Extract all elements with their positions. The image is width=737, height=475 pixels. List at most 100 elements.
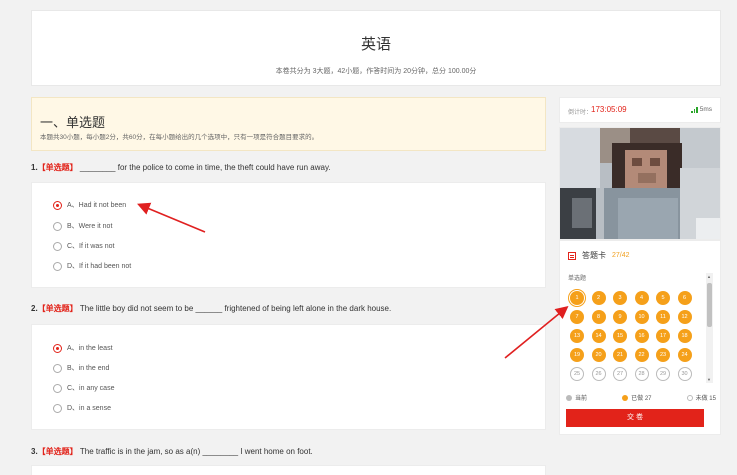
question-bubble-27[interactable]: 27: [613, 367, 627, 381]
question-type-tag: 【单选题】: [37, 304, 78, 313]
option-label: D、in a sense: [67, 405, 111, 412]
legend-answered-label: 已做 27: [631, 396, 652, 402]
scroll-thumb[interactable]: [707, 283, 712, 327]
section-banner: 一、单选题 本题共30小题，每小题2分，共60分，在每小题给出的几个选项中，只有…: [31, 97, 546, 151]
question-text: The little boy did not seem to be ______…: [79, 304, 392, 313]
option-label: A、in the least: [67, 345, 113, 352]
question-2-options: A、in the least B、in the end C、in any cas…: [31, 324, 546, 430]
option-b[interactable]: B、Were it not: [53, 221, 112, 231]
radio-icon[interactable]: [53, 221, 62, 231]
option-label: C、in any case: [67, 385, 115, 392]
option-c[interactable]: C、If it was not: [53, 241, 114, 251]
answer-card-header: 答题卡 27/42: [568, 250, 630, 261]
question-bubble-21[interactable]: 21: [613, 348, 627, 362]
question-bubble-20[interactable]: 20: [591, 348, 606, 362]
question-bubble-6[interactable]: 6: [677, 291, 692, 305]
current-dot-icon: [566, 394, 572, 401]
question-number: 3.: [31, 447, 38, 456]
question-bubble-25[interactable]: 25: [570, 367, 584, 381]
question-bubble-18[interactable]: 18: [677, 329, 692, 343]
question-bubble-28[interactable]: 28: [634, 367, 649, 381]
option-d[interactable]: D、If it had been not: [53, 261, 131, 271]
option-d[interactable]: D、in a sense: [53, 403, 111, 413]
answered-dot-icon: [622, 394, 629, 401]
option-a[interactable]: A、in the least: [53, 343, 113, 353]
answer-card-panel: 答题卡 27/42 单选题 1 2 3 4 5 6 7 8 9 10 11 12 13 14 15 16 17 1…: [559, 240, 721, 435]
question-bubble-4[interactable]: 4: [634, 291, 649, 305]
question-type-tag: 【单选题】: [37, 163, 78, 172]
question-number: 2.: [31, 304, 38, 313]
question-bubble-11[interactable]: 11: [656, 310, 670, 324]
question-bubble-7[interactable]: 7: [570, 310, 584, 324]
question-bubble-23[interactable]: 23: [656, 348, 670, 362]
radio-icon[interactable]: [53, 403, 62, 413]
section-description: 本题共30小题，每小题2分，共60分，在每小题给出的几个选项中，只有一项是符合题…: [40, 134, 319, 141]
question-bubble-30[interactable]: 30: [677, 367, 692, 381]
unanswered-dot-icon: [686, 394, 693, 401]
question-bubble-17[interactable]: 17: [656, 329, 670, 343]
question-bubble-3[interactable]: 3: [613, 291, 627, 305]
question-bubble-8[interactable]: 8: [591, 310, 606, 324]
option-label: D、If it had been not: [67, 263, 132, 270]
latency-text: 5ms: [699, 106, 712, 113]
question-1-options: A、Had it not been B、Were it not C、If it …: [31, 182, 546, 288]
option-label: B、Were it not: [67, 223, 113, 230]
webcam-preview: [559, 127, 721, 240]
question-bubble-10[interactable]: 10: [634, 310, 649, 324]
option-a[interactable]: A、Had it not been: [53, 200, 126, 210]
scroll-down-icon[interactable]: ▼: [707, 377, 711, 382]
radio-icon[interactable]: [53, 241, 62, 251]
question-3-options: [31, 465, 546, 475]
question-bubble-12[interactable]: 12: [677, 310, 692, 324]
radio-icon[interactable]: [53, 363, 62, 373]
radio-icon[interactable]: [53, 383, 62, 393]
exam-header: 英语 本卷共分为 3大题，42小题，作答时间为 20分钟，总分 100.00分: [31, 10, 721, 86]
question-bubble-2[interactable]: 2: [591, 291, 606, 305]
question-text: ________ for the police to come in time,…: [79, 163, 331, 172]
question-bubble-16[interactable]: 16: [634, 329, 649, 343]
question-bubble-22[interactable]: 22: [634, 348, 649, 362]
webcam-image: [560, 128, 720, 239]
section-title: 一、单选题: [40, 115, 106, 130]
legend-answered: 已做 27: [622, 393, 652, 402]
answer-card-progress: 27/42: [612, 252, 630, 259]
question-bubble-13[interactable]: 13: [570, 329, 584, 343]
exam-title: 英语: [360, 36, 391, 53]
network-signal: 5ms: [691, 106, 712, 113]
timer-label: 倒计时：: [568, 110, 593, 116]
question-bubble-19[interactable]: 19: [570, 348, 584, 362]
question-1-stem: 1.【单选题】 ________ for the police to come …: [31, 162, 331, 173]
question-bubble-24[interactable]: 24: [677, 348, 692, 362]
option-label: C、If it was not: [67, 243, 115, 250]
signal-icon: [691, 106, 698, 113]
timer-value: 173:05:09: [591, 105, 627, 114]
option-c[interactable]: C、in any case: [53, 383, 114, 393]
timer-bar: 倒计时： 173:05:09 5ms: [559, 97, 721, 123]
question-bubble-15[interactable]: 15: [613, 329, 627, 343]
grid-section-label: 单选题: [568, 276, 587, 282]
question-type-tag: 【单选题】: [37, 447, 78, 456]
question-number: 1.: [31, 163, 38, 172]
submit-exam-button[interactable]: 交 卷: [566, 409, 704, 427]
grid-scrollbar[interactable]: ▲ ▼: [706, 273, 713, 383]
question-text: The traffic is in the jam, so as a(n) __…: [79, 447, 313, 456]
radio-selected-icon[interactable]: [53, 343, 62, 353]
question-bubble-1[interactable]: 1: [570, 291, 584, 305]
legend-current-label: 当前: [575, 396, 588, 402]
radio-icon[interactable]: [53, 261, 62, 271]
answer-card-icon: [568, 251, 576, 260]
question-bubble-5[interactable]: 5: [656, 291, 670, 305]
question-bubble-26[interactable]: 26: [591, 367, 606, 381]
legend-unanswered: 未做 15: [686, 393, 716, 402]
option-label: B、in the end: [67, 365, 110, 372]
option-b[interactable]: B、in the end: [53, 363, 109, 373]
legend-current: 当前: [566, 393, 587, 402]
exam-summary: 本卷共分为 3大题，42小题，作答时间为 20分钟，总分 100.00分: [275, 68, 477, 75]
question-bubble-14[interactable]: 14: [591, 329, 606, 343]
scroll-up-icon[interactable]: ▲: [707, 274, 711, 279]
answer-legend: 当前 已做 27 未做 15: [566, 393, 716, 402]
question-bubble-29[interactable]: 29: [656, 367, 670, 381]
question-bubble-9[interactable]: 9: [613, 310, 627, 324]
radio-selected-icon[interactable]: [53, 200, 62, 210]
option-label: A、Had it not been: [67, 202, 127, 209]
